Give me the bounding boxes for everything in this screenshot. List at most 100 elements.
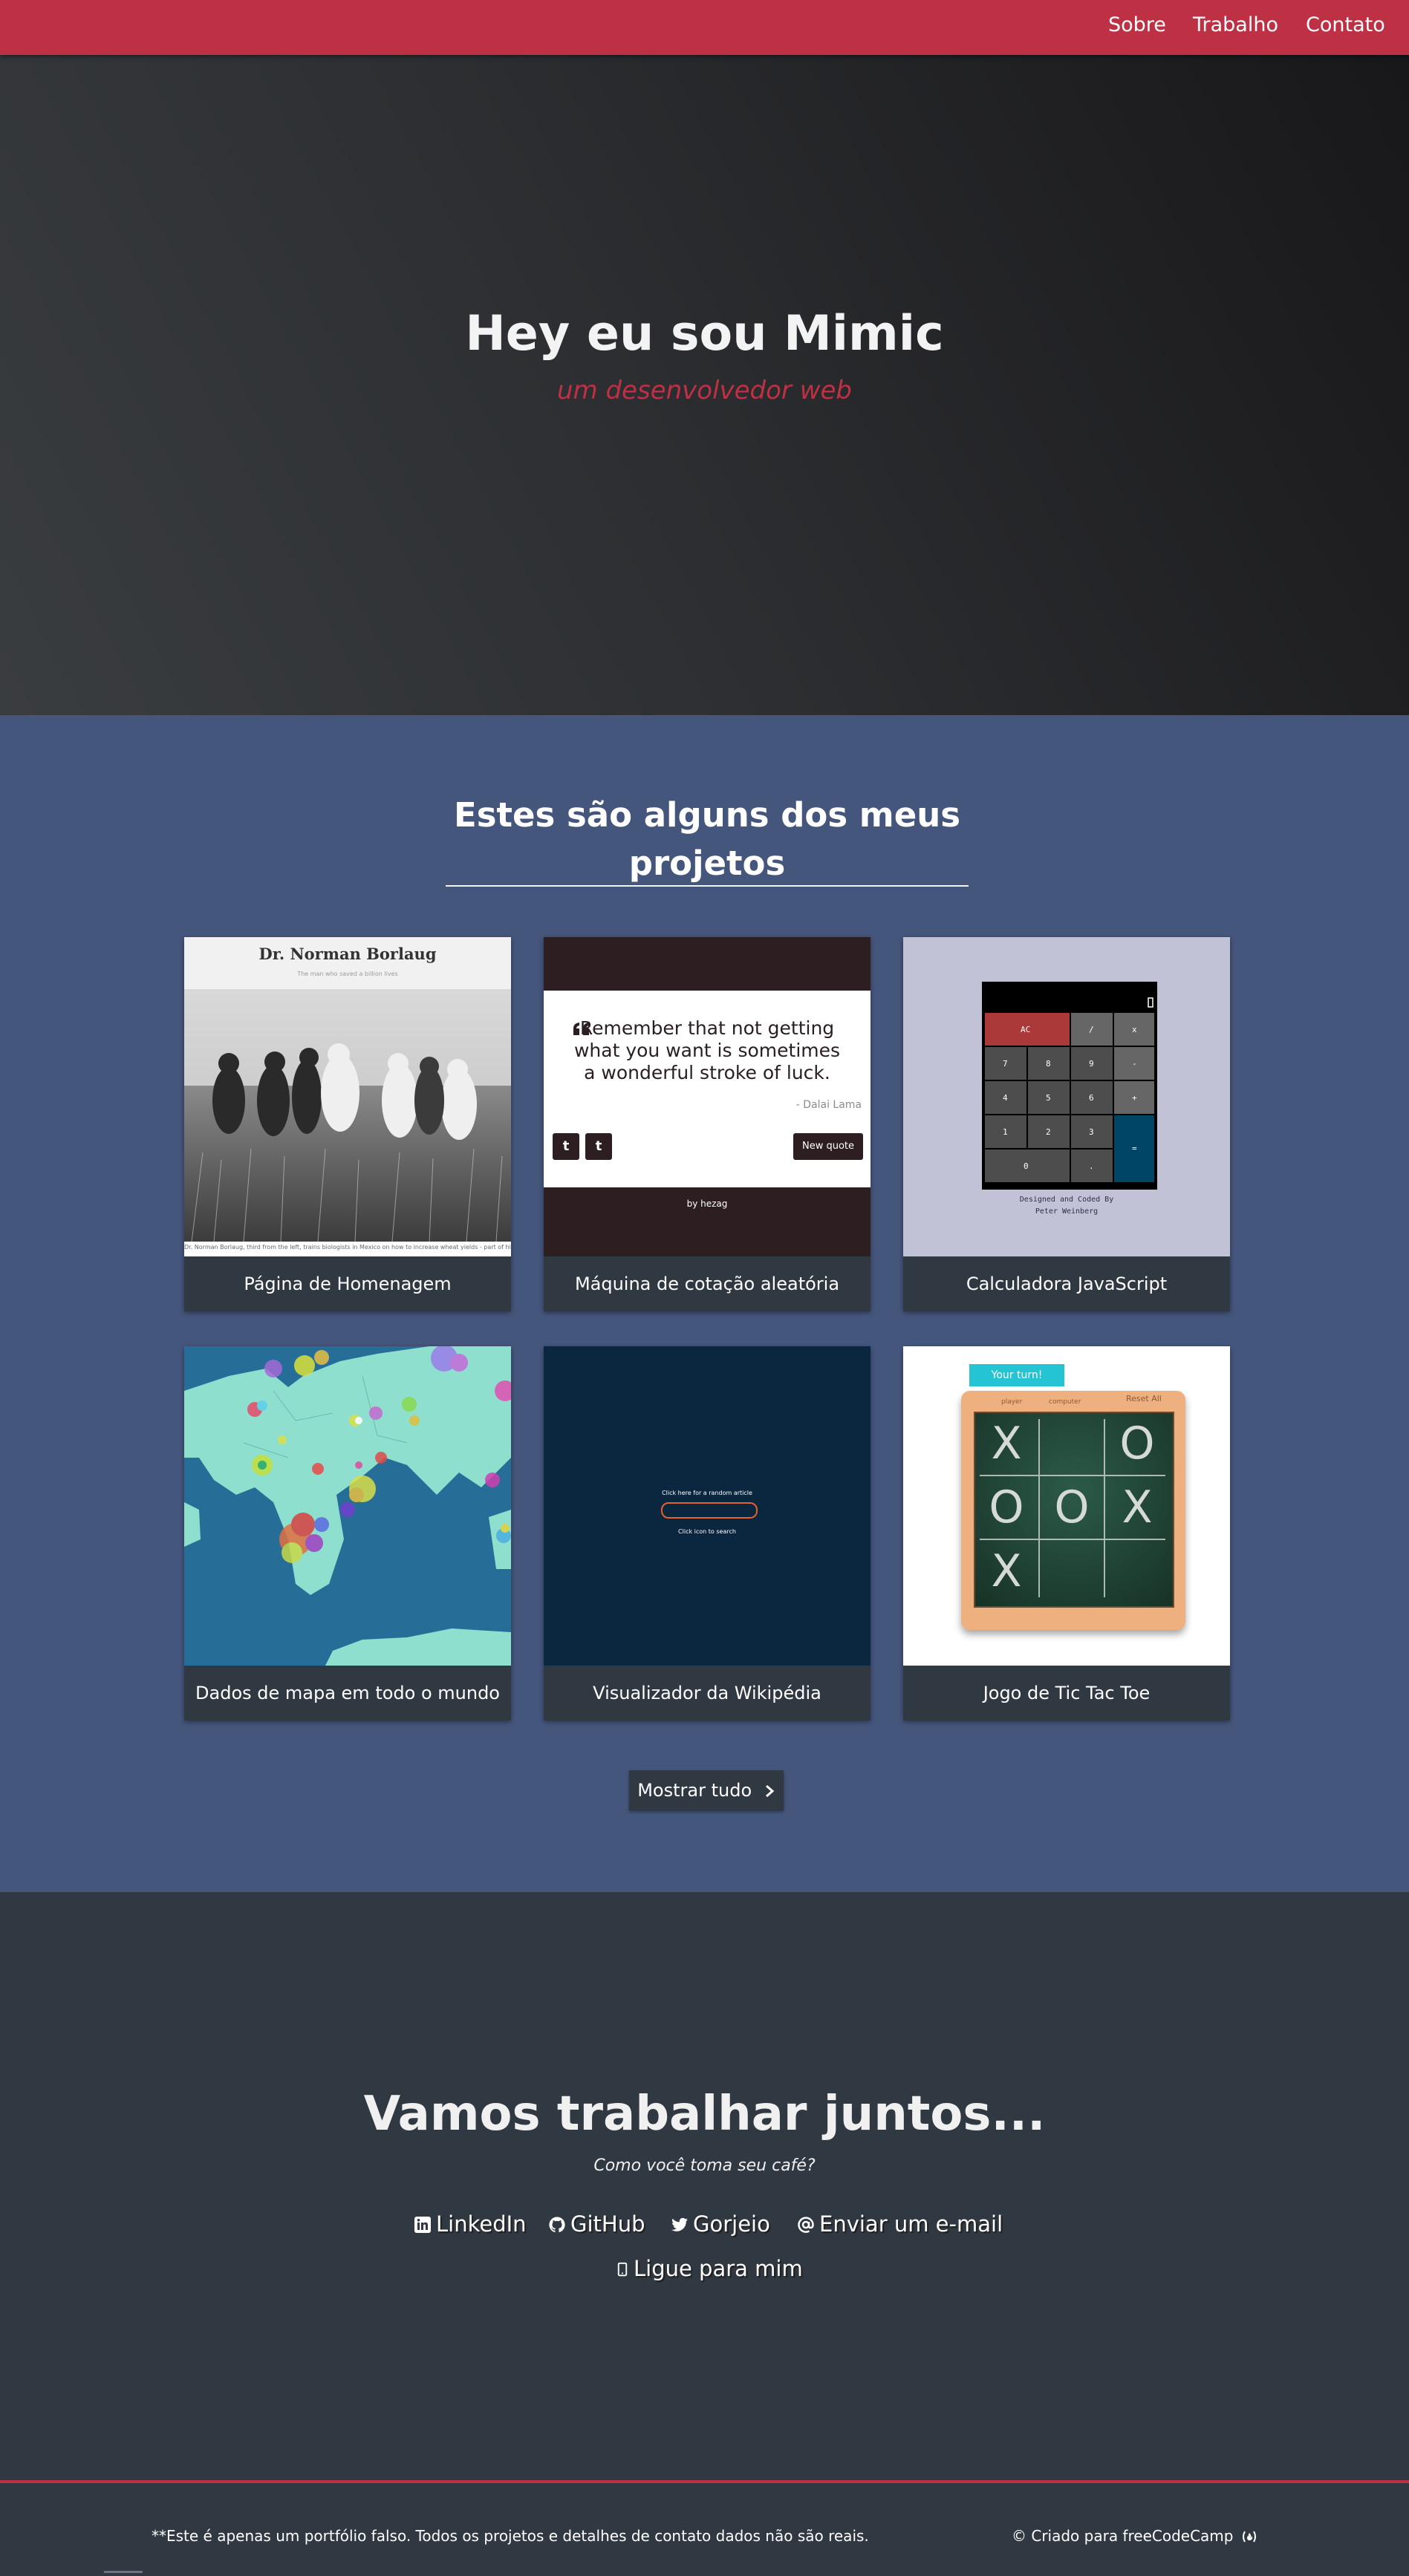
preview-new-quote-button: New quote	[793, 1133, 863, 1160]
board-cell: O	[1119, 1418, 1155, 1470]
contact-link-label: Enviar um e-mail	[819, 2211, 1003, 2237]
projects-heading-line1: Estes são alguns dos meus	[453, 795, 961, 835]
preview-quote: Remember that not getting what you want …	[573, 1017, 841, 1083]
hero-title: Hey eu sou Mimic	[465, 306, 944, 362]
key-multiply: x	[1132, 1025, 1137, 1034]
freecodecamp-icon[interactable]	[1241, 2530, 1257, 2543]
contact-link-twitter[interactable]: Gorjeio	[671, 2211, 770, 2237]
contact-title: Vamos trabalhar juntos...	[363, 2087, 1046, 2142]
project-tile-tic-tac-toe[interactable]: Your turn! player computer Reset All X O…	[903, 1346, 1230, 1721]
project-preview-image	[184, 1346, 511, 1666]
project-title: Visualizador da Wikipédia	[544, 1666, 871, 1721]
calculator-key-labels: AC / x 7 8 9 - 4 5 6 + 1 2 3 = 0 .	[982, 982, 1157, 1190]
twitter-icon: t	[553, 1133, 579, 1160]
nav-link-contato[interactable]: Contato	[1306, 13, 1385, 36]
key-1: 1	[1003, 1127, 1008, 1137]
preview-turn-badge: Your turn!	[969, 1364, 1064, 1386]
contact-subtitle: Como você toma seu café?	[593, 2156, 816, 2175]
preview-reset-label: Reset All	[1126, 1394, 1162, 1403]
project-title: Dados de mapa em todo o mundo	[184, 1666, 511, 1721]
preview-credit: by hezag	[686, 1199, 728, 1209]
key-6: 6	[1089, 1093, 1094, 1103]
show-all-button[interactable]: Mostrar tudo	[629, 1770, 784, 1810]
credit-line-2: Peter Weinberg	[1035, 1207, 1099, 1216]
board-cell: X	[1122, 1481, 1153, 1533]
contact-link-linkedin[interactable]: LinkedIn	[414, 2211, 527, 2237]
project-title: Jogo de Tic Tac Toe	[903, 1666, 1230, 1721]
footer-credit: © Criado para freeCodeCamp	[1012, 2527, 1257, 2545]
key-3: 3	[1089, 1127, 1094, 1137]
key-minus: -	[1132, 1059, 1137, 1069]
contact-section: Vamos trabalhar juntos... Como você toma…	[0, 1892, 1409, 2480]
project-preview-image: Dr. Norman Borlaug The man who saved a b…	[184, 937, 511, 1256]
key-8: 8	[1046, 1059, 1051, 1069]
credit-line-1: Designed and Coded By	[1019, 1196, 1114, 1204]
key-equals: =	[1132, 1144, 1137, 1153]
key-2: 2	[1046, 1127, 1051, 1137]
preview-caption: Dr. Norman Borlaug, third from the left,…	[184, 1244, 511, 1250]
nav-link-sobre[interactable]: Sobre	[1108, 13, 1166, 36]
board-cell: O	[1054, 1481, 1090, 1533]
photo-farmers-in-field	[184, 989, 511, 1242]
key-4: 4	[1003, 1093, 1008, 1103]
heading-underline	[446, 885, 969, 887]
project-preview-image: Remember that not getting what you want …	[544, 937, 871, 1256]
tumblr-icon: t	[585, 1133, 612, 1160]
mobile-phone-icon	[617, 2262, 628, 2277]
projects-heading: Estes são alguns dos meus projetos	[446, 791, 969, 887]
preview-author: - Dalai Lama	[795, 1099, 862, 1111]
contact-link-phone[interactable]: Ligue para mim	[616, 2256, 803, 2281]
preview-search-box	[661, 1502, 758, 1519]
project-preview-image: Your turn! player computer Reset All X O…	[903, 1346, 1230, 1666]
project-preview-image: Click here for a random article Click ic…	[544, 1346, 871, 1666]
project-tile-quote-machine[interactable]: Remember that not getting what you want …	[544, 937, 871, 1311]
key-5: 5	[1046, 1093, 1051, 1103]
contact-link-label: Ligue para mim	[634, 2256, 803, 2281]
chevron-right-icon	[765, 1784, 775, 1798]
navbar: Sobre Trabalho Contato	[0, 0, 1409, 55]
footer: **Este é apenas um portfólio falso. Todo…	[0, 2480, 1409, 2576]
board-cell: O	[989, 1481, 1024, 1533]
contact-link-github[interactable]: GitHub	[548, 2211, 645, 2237]
key-plus: +	[1132, 1093, 1137, 1103]
contact-link-label: Gorjeio	[693, 2211, 770, 2237]
project-preview-image: AC / x 7 8 9 - 4 5 6 + 1 2 3 = 0 . Desig…	[903, 937, 1230, 1256]
preview-player-label: player	[1001, 1398, 1023, 1406]
board-cells: X O O O X X	[974, 1412, 1171, 1605]
project-title: Calculadora JavaScript	[903, 1256, 1230, 1311]
footer-disclaimer: **Este é apenas um portfólio falso. Todo…	[152, 2527, 869, 2545]
key-divide: /	[1089, 1025, 1094, 1034]
board-cell: X	[991, 1545, 1022, 1597]
preview-computer-label: computer	[1049, 1398, 1081, 1406]
at-icon	[798, 2217, 814, 2233]
board-cell	[1039, 1539, 1104, 1603]
nav-link-trabalho[interactable]: Trabalho	[1193, 13, 1278, 36]
project-title: Máquina de cotação aleatória	[544, 1256, 871, 1311]
twitter-icon	[671, 2217, 688, 2231]
preview-title: Dr. Norman Borlaug	[258, 945, 437, 963]
projects-section: Estes são alguns dos meus projetos Dr. No…	[0, 715, 1409, 1892]
project-tile-tribute[interactable]: Dr. Norman Borlaug The man who saved a b…	[184, 937, 511, 1311]
board-cell	[1104, 1539, 1170, 1603]
key-9: 9	[1089, 1059, 1094, 1069]
preview-random-link: Click here for a random article	[662, 1490, 752, 1496]
key-7: 7	[1003, 1059, 1008, 1069]
board-cell	[1039, 1412, 1104, 1476]
key-ac: AC	[1021, 1025, 1031, 1034]
preview-search-hint: Click icon to search	[678, 1528, 736, 1535]
contact-link-email[interactable]: Enviar um e-mail	[797, 2211, 1003, 2237]
project-title: Página de Homenagem	[184, 1256, 511, 1311]
show-all-label: Mostrar tudo	[637, 1780, 752, 1801]
hero-subtitle: um desenvolvedor web	[556, 376, 853, 405]
project-tile-world-map[interactable]: Dados de mapa em todo o mundo	[184, 1346, 511, 1721]
key-decimal: .	[1089, 1161, 1094, 1171]
project-tile-calculator[interactable]: AC / x 7 8 9 - 4 5 6 + 1 2 3 = 0 . Desig…	[903, 937, 1230, 1311]
preview-tagline: The man who saved a billion lives	[297, 971, 398, 977]
linkedin-icon	[414, 2217, 431, 2233]
project-tile-wikipedia-viewer[interactable]: Click here for a random article Click ic…	[544, 1346, 871, 1721]
footer-credit-text: © Criado para freeCodeCamp	[1012, 2527, 1234, 2545]
world-map-illustration	[184, 1346, 511, 1666]
contact-link-label: GitHub	[570, 2211, 645, 2237]
preview-credit: Designed and Coded By Peter Weinberg	[903, 1194, 1230, 1218]
board-cell: X	[991, 1418, 1022, 1470]
